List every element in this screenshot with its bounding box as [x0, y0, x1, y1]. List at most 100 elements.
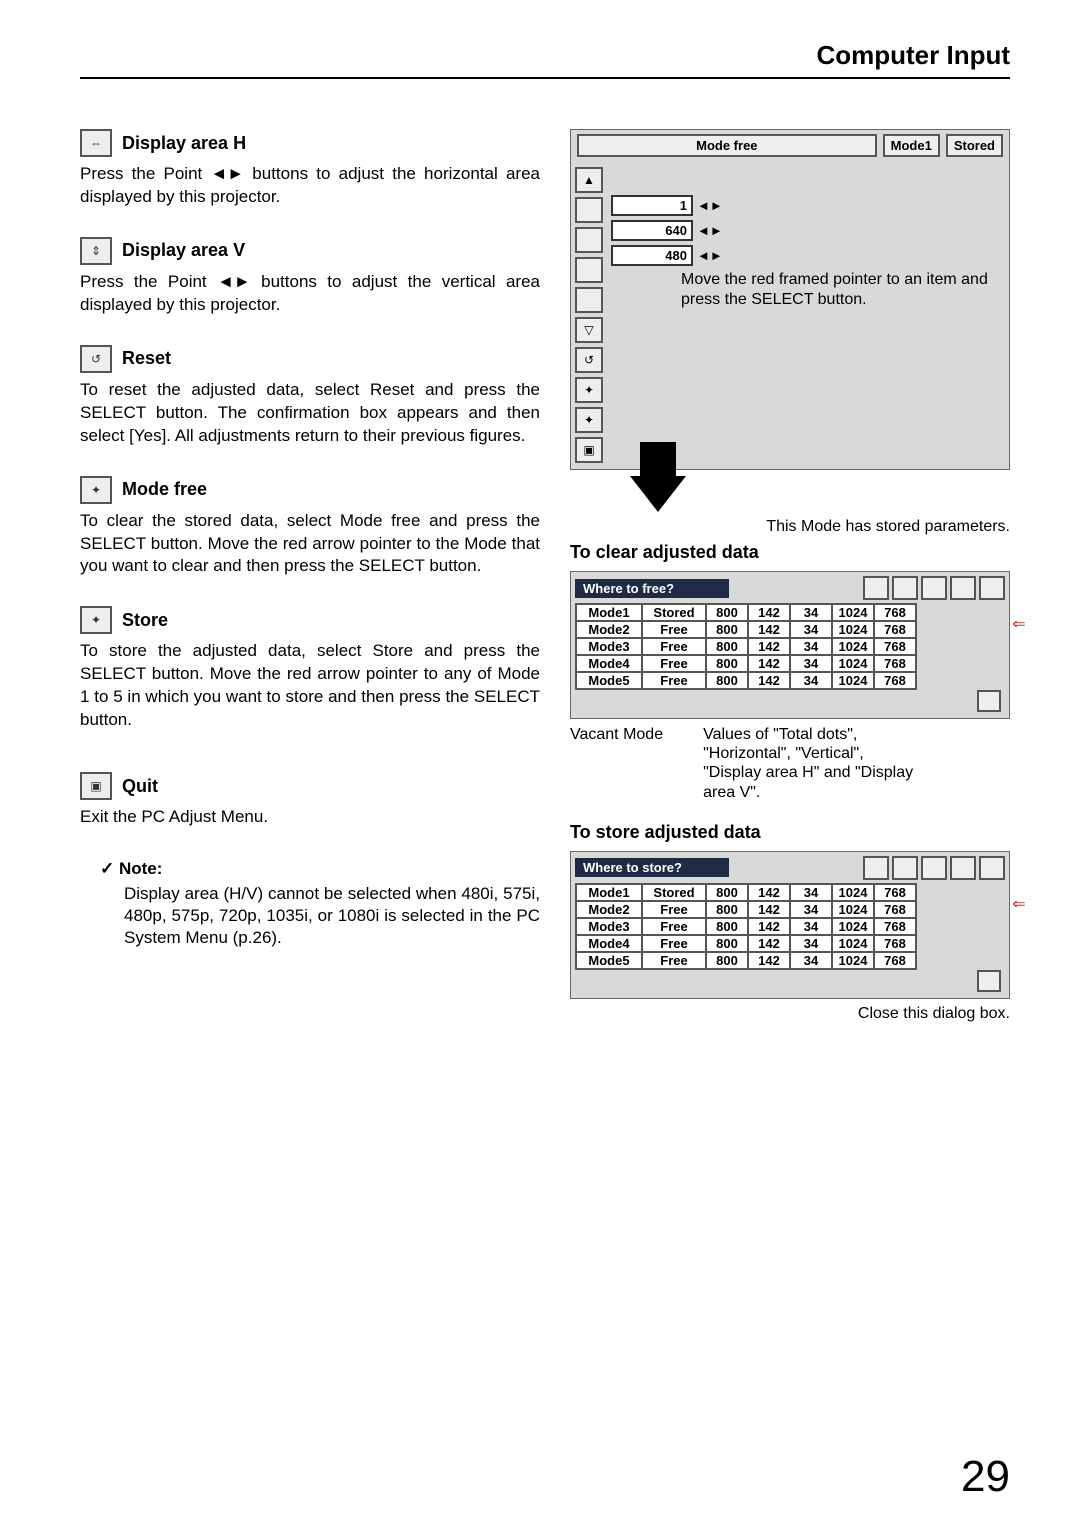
value-cell: 34 — [790, 901, 832, 918]
display-h-body: Press the Point ◄► buttons to adjust the… — [80, 163, 540, 209]
table-row[interactable]: Mode5Free800142341024768 — [576, 672, 916, 689]
value-cell: 800 — [706, 952, 748, 969]
value-cell: 800 — [706, 918, 748, 935]
value-cell: 142 — [748, 918, 790, 935]
mode-cell: Mode4 — [576, 935, 642, 952]
osd-item-1-icon[interactable] — [575, 197, 603, 223]
store-body: To store the adjusted data, select Store… — [80, 640, 540, 732]
table-row[interactable]: Mode3Free800142341024768 — [576, 638, 916, 655]
osd-sidebar: ▲ ▽ ↺ ✦ ✦ ▣ — [571, 161, 607, 469]
osd-quit-icon[interactable]: ▣ — [575, 437, 603, 463]
param-3-value: 480 — [611, 245, 693, 266]
status-cell: Free — [642, 952, 706, 969]
value-cell: 1024 — [832, 952, 874, 969]
value-cell: 800 — [706, 655, 748, 672]
free-pointer-icon: ⇐ — [1009, 614, 1029, 634]
free-close-icon[interactable] — [977, 690, 1001, 712]
col-icon-3b — [921, 856, 947, 880]
status-cell: Free — [642, 901, 706, 918]
display-v-icon: ⇕ — [80, 237, 112, 265]
osd-up-icon[interactable]: ▲ — [575, 167, 603, 193]
down-arrow-icon — [630, 476, 686, 512]
display-v-title: Display area V — [122, 240, 245, 261]
mode-cell: Mode3 — [576, 638, 642, 655]
osd-item-3-icon[interactable] — [575, 257, 603, 283]
note-body: Display area (H/V) cannot be selected wh… — [124, 883, 540, 949]
mode-cell: Mode2 — [576, 901, 642, 918]
store-pointer-icon: ⇐ — [1009, 894, 1029, 914]
note-heading: ✓ Note: — [100, 859, 540, 879]
osd-store-icon[interactable]: ✦ — [575, 407, 603, 433]
store-close-icon[interactable] — [977, 970, 1001, 992]
param-2-arrows[interactable]: ◄► — [697, 223, 723, 238]
value-cell: 142 — [748, 884, 790, 901]
mode-cell: Mode5 — [576, 952, 642, 969]
right-column: Mode free Mode1 Stored ▲ ▽ ↺ ✦ ✦ — [570, 129, 1010, 1023]
table-row[interactable]: Mode1Stored800142341024768 — [576, 604, 916, 621]
table-row[interactable]: Mode2Free800142341024768 — [576, 901, 916, 918]
param-2-value: 640 — [611, 220, 693, 241]
quit-title: Quit — [122, 776, 158, 797]
osd-modefree-icon[interactable]: ✦ — [575, 377, 603, 403]
osd-down-icon[interactable]: ▽ — [575, 317, 603, 343]
table-row[interactable]: Mode5Free800142341024768 — [576, 952, 916, 969]
mode-free-body: To clear the stored data, select Mode fr… — [80, 510, 540, 579]
store-dialog: Where to store? Mode1Stored8001423410247… — [570, 851, 1010, 999]
osd-stored-chip: Stored — [946, 134, 1003, 157]
mode-cell: Mode1 — [576, 884, 642, 901]
value-cell: 34 — [790, 952, 832, 969]
display-h-icon: ⇔ — [80, 129, 112, 157]
value-cell: 1024 — [832, 638, 874, 655]
value-cell: 800 — [706, 884, 748, 901]
status-cell: Free — [642, 935, 706, 952]
param-3-arrows[interactable]: ◄► — [697, 248, 723, 263]
col-icon-1 — [863, 576, 889, 600]
store-data-title: To store adjusted data — [570, 822, 1010, 843]
col-icon-2 — [892, 576, 918, 600]
value-cell: 1024 — [832, 655, 874, 672]
store-icon: ✦ — [80, 606, 112, 634]
status-cell: Stored — [642, 884, 706, 901]
value-cell: 800 — [706, 901, 748, 918]
param-1-arrows[interactable]: ◄► — [697, 198, 723, 213]
value-cell: 142 — [748, 638, 790, 655]
value-cell: 768 — [874, 952, 916, 969]
value-cell: 800 — [706, 604, 748, 621]
table-row[interactable]: Mode4Free800142341024768 — [576, 655, 916, 672]
table-row[interactable]: Mode2Free800142341024768 — [576, 621, 916, 638]
status-cell: Free — [642, 638, 706, 655]
value-cell: 768 — [874, 901, 916, 918]
value-cell: 1024 — [832, 918, 874, 935]
status-cell: Free — [642, 621, 706, 638]
value-cell: 800 — [706, 621, 748, 638]
value-cell: 768 — [874, 638, 916, 655]
osd-reset-icon[interactable]: ↺ — [575, 347, 603, 373]
value-cell: 34 — [790, 918, 832, 935]
status-cell: Free — [642, 918, 706, 935]
mode-free-icon: ✦ — [80, 476, 112, 504]
col-icon-3 — [921, 576, 947, 600]
table-row[interactable]: Mode1Stored800142341024768 — [576, 884, 916, 901]
osd-instruction: Move the red framed pointer to an item a… — [681, 270, 1005, 310]
mode-cell: Mode3 — [576, 918, 642, 935]
osd-item-4-icon[interactable] — [575, 287, 603, 313]
reset-title: Reset — [122, 348, 171, 369]
value-cell: 800 — [706, 935, 748, 952]
value-cell: 34 — [790, 935, 832, 952]
value-cell: 1024 — [832, 884, 874, 901]
value-cell: 142 — [748, 935, 790, 952]
table-row[interactable]: Mode4Free800142341024768 — [576, 935, 916, 952]
reset-icon: ↺ — [80, 345, 112, 373]
value-cell: 1024 — [832, 901, 874, 918]
page-header: Computer Input — [80, 40, 1010, 71]
value-cell: 34 — [790, 638, 832, 655]
left-column: ⇔ Display area H Press the Point ◄► butt… — [80, 129, 540, 1023]
col-icon-2b — [892, 856, 918, 880]
osd-item-2-icon[interactable] — [575, 227, 603, 253]
mode-cell: Mode4 — [576, 655, 642, 672]
free-dialog: Where to free? Mode1Stored80014234102476… — [570, 571, 1010, 719]
osd-mode-free-chip: Mode free — [577, 134, 877, 157]
table-row[interactable]: Mode3Free800142341024768 — [576, 918, 916, 935]
value-cell: 768 — [874, 604, 916, 621]
value-cell: 768 — [874, 621, 916, 638]
